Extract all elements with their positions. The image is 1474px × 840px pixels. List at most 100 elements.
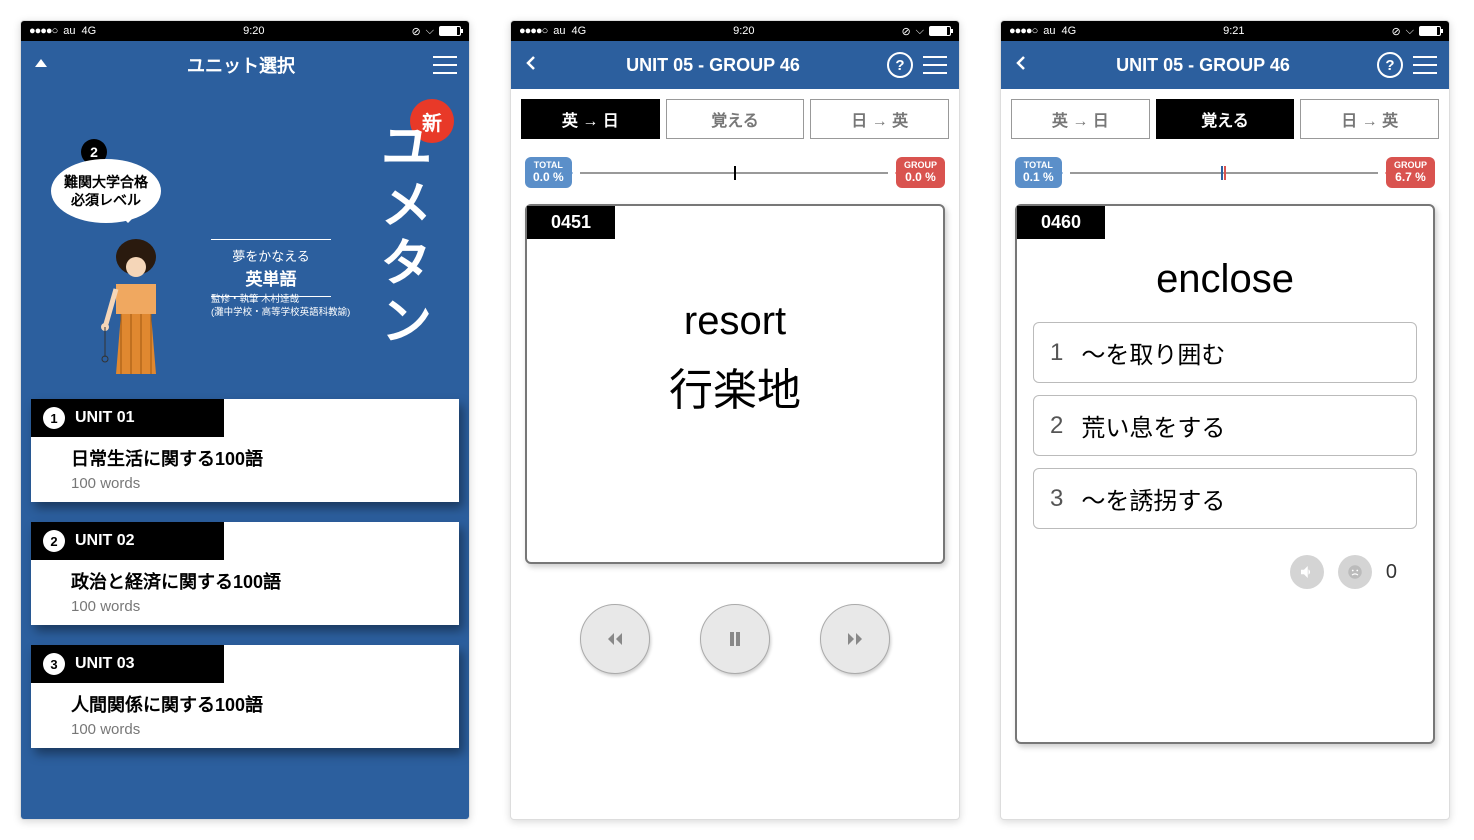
nav-bar: ユニット選択 (21, 41, 469, 89)
skip-button[interactable] (1338, 555, 1372, 589)
book-cover: 新 ユメタン 2 難関大学合格必須レベル 夢をかなえる 英単語 監修・執筆 木村… (21, 89, 469, 399)
subtitle-line2: 英単語 (211, 265, 331, 290)
orientation-lock-icon: ⊘ (411, 25, 420, 38)
unit-name: UNIT 02 (75, 532, 135, 550)
answer-choice[interactable]: 1 〜を取り囲む (1033, 322, 1417, 383)
unit-name: UNIT 01 (75, 409, 135, 427)
speaker-button[interactable] (1290, 555, 1324, 589)
prev-button[interactable] (580, 604, 650, 674)
answer-choice[interactable]: 3〜を誘拐する (1033, 468, 1417, 529)
carrier-label: au (63, 25, 75, 37)
skip-count: 0 (1386, 561, 1397, 584)
mode-tabs: 英 → 日 覚える 日 → 英 (511, 89, 959, 145)
clock: 9:20 (102, 25, 405, 37)
carrier-label: au (553, 25, 565, 37)
unit-name: UNIT 03 (75, 655, 135, 673)
progress-marker-total (1221, 166, 1223, 180)
progress-track[interactable] (1070, 172, 1378, 174)
tab-jp-to-en[interactable]: 日 → 英 (810, 99, 949, 139)
clock: 9:20 (592, 25, 895, 37)
next-button[interactable] (820, 604, 890, 674)
back-button[interactable] (1013, 55, 1029, 76)
unit-number: 1 (43, 407, 65, 429)
progress-marker (734, 166, 736, 180)
unit-select-body: 新 ユメタン 2 難関大学合格必須レベル 夢をかなえる 英単語 監修・執筆 木村… (21, 89, 469, 819)
word-english: enclose (1033, 257, 1417, 302)
pause-button[interactable] (700, 604, 770, 674)
choice-number: 1 (1050, 339, 1063, 367)
signal-dots-icon: ●●●●○ (29, 25, 57, 37)
status-bar: ●●●●○ au 4G 9:20 ⊘ ⌵ (21, 21, 469, 41)
speech-bubble: 難関大学合格必須レベル (51, 159, 161, 223)
orientation-lock-icon: ⊘ (901, 25, 910, 38)
battery-icon (439, 26, 461, 36)
mode-tabs: 英 → 日 覚える 日 → 英 (1001, 89, 1449, 145)
unit-list: 1UNIT 01 日常生活に関する100語100 words 2UNIT 02 … (21, 399, 469, 748)
choice-text: 荒い息をする (1081, 408, 1225, 443)
unit-card[interactable]: 1UNIT 01 日常生活に関する100語100 words (31, 399, 459, 502)
card-number: 0460 (1017, 206, 1105, 239)
bluetooth-icon: ⌵ (1406, 25, 1414, 38)
network-label: 4G (1061, 25, 1076, 37)
tab-memorize[interactable]: 覚える (1156, 99, 1295, 139)
nav-bar: UNIT 05 - GROUP 46 ? (1001, 41, 1449, 89)
character-illustration (96, 239, 176, 389)
word-english: resort (547, 299, 923, 344)
unit-description: 人間関係に関する100語 (71, 691, 419, 717)
progress-bar: TOTAL0.1 % GROUP6.7 % (1001, 145, 1449, 194)
signal-dots-icon: ●●●●○ (519, 25, 547, 37)
group-progress-badge: GROUP0.0 % (896, 157, 945, 188)
unit-description: 日常生活に関する100語 (71, 445, 419, 471)
choice-text: 〜を誘拐する (1081, 481, 1225, 516)
signal-dots-icon: ●●●●○ (1009, 25, 1037, 37)
screen-flashcard: ●●●●○ au 4G 9:20 ⊘ ⌵ UNIT 05 - GROUP 46 ?… (510, 20, 960, 820)
book-title: ユメタン (364, 119, 439, 351)
bluetooth-icon: ⌵ (916, 25, 924, 38)
help-button[interactable]: ? (887, 52, 913, 78)
tab-en-to-jp[interactable]: 英 → 日 (521, 99, 660, 139)
up-button[interactable] (33, 55, 49, 76)
menu-button[interactable] (1413, 56, 1437, 74)
status-bar: ●●●●○ au 4G 9:20 ⊘ ⌵ (511, 21, 959, 41)
tab-jp-to-en[interactable]: 日 → 英 (1300, 99, 1439, 139)
unit-number: 2 (43, 530, 65, 552)
card-footer: 0 (1033, 541, 1417, 603)
choice-number: 2 (1050, 412, 1063, 440)
progress-track[interactable] (580, 172, 888, 174)
screen-unit-select: ●●●●○ au 4G 9:20 ⊘ ⌵ ユニット選択 新 ユメタン 2 難関大… (20, 20, 470, 820)
progress-marker-group (1224, 166, 1226, 180)
tab-memorize[interactable]: 覚える (666, 99, 805, 139)
help-button[interactable]: ? (1377, 52, 1403, 78)
status-bar: ●●●●○ au 4G 9:21 ⊘ ⌵ (1001, 21, 1449, 41)
menu-button[interactable] (433, 56, 457, 74)
network-label: 4G (81, 25, 96, 37)
screen-quiz: ●●●●○ au 4G 9:21 ⊘ ⌵ UNIT 05 - GROUP 46 ?… (1000, 20, 1450, 820)
answer-choice[interactable]: 2 荒い息をする (1033, 395, 1417, 456)
battery-icon (929, 26, 951, 36)
unit-word-count: 100 words (71, 721, 419, 738)
choice-text: 〜を取り囲む (1081, 335, 1225, 370)
tab-en-to-jp[interactable]: 英 → 日 (1011, 99, 1150, 139)
unit-word-count: 100 words (71, 598, 419, 615)
unit-card[interactable]: 3 UNIT 03 人間関係に関する100語 100 words (31, 645, 459, 748)
clock: 9:21 (1082, 25, 1385, 37)
unit-card[interactable]: 2UNIT 02 政治と経済に関する100語100 words (31, 522, 459, 625)
back-button[interactable] (523, 55, 539, 76)
quiz-card: 0460 enclose 1 〜を取り囲む 2 荒い息をする 3〜を誘拐する 0 (1015, 204, 1435, 744)
playback-controls (511, 574, 959, 704)
subtitle-line1: 夢をかなえる (211, 246, 331, 265)
author-credit: 監修・執筆 木村達哉 (灘中学校・高等学校英語科教諭) (211, 293, 350, 320)
network-label: 4G (571, 25, 586, 37)
flashcard[interactable]: 0451 resort 行楽地 (525, 204, 945, 564)
page-title: UNIT 05 - GROUP 46 (1039, 55, 1367, 76)
page-title: UNIT 05 - GROUP 46 (549, 55, 877, 76)
word-japanese: 行楽地 (547, 354, 923, 418)
bluetooth-icon: ⌵ (426, 25, 434, 38)
orientation-lock-icon: ⊘ (1391, 25, 1400, 38)
menu-button[interactable] (923, 56, 947, 74)
card-number: 0451 (527, 206, 615, 239)
subtitle-strip: 夢をかなえる 英単語 (211, 239, 331, 297)
page-title: ユニット選択 (59, 52, 423, 78)
carrier-label: au (1043, 25, 1055, 37)
unit-number: 3 (43, 653, 65, 675)
